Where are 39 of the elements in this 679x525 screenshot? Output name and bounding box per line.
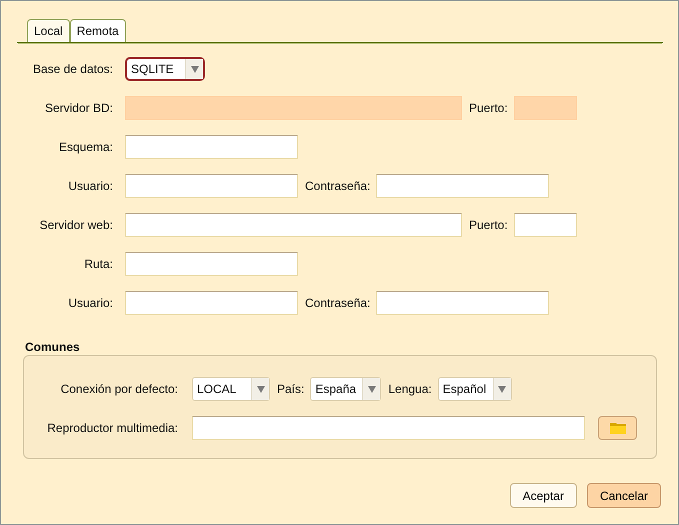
dropdown-arrow-icon <box>368 386 376 392</box>
field-label: Usuario: <box>67 179 113 193</box>
field-label: Base de datos: <box>32 62 113 76</box>
input-field[interactable] <box>514 213 577 237</box>
field-label: País: <box>277 382 304 396</box>
dropdown[interactable]: SQLITE <box>125 57 205 81</box>
tab[interactable]: Local <box>27 19 70 42</box>
accept-button[interactable]: Aceptar <box>510 483 577 508</box>
field-label: Esquema: <box>58 140 113 154</box>
tab[interactable]: Remota <box>70 19 126 42</box>
dropdown[interactable]: España <box>310 377 382 401</box>
dropdown-arrow-icon <box>256 386 264 392</box>
input-field[interactable] <box>125 135 298 159</box>
field-label: Puerto: <box>469 218 508 232</box>
field-label: Reproductor multimedia: <box>46 421 178 435</box>
input-field[interactable] <box>125 213 462 237</box>
folder-icon <box>610 422 626 434</box>
field-label: Usuario: <box>67 296 113 310</box>
field-label: Contraseña: <box>305 296 370 310</box>
field-label: Servidor BD: <box>44 101 113 115</box>
dropdown[interactable]: Español <box>438 377 512 401</box>
cancel-button[interactable]: Cancelar <box>586 483 661 508</box>
field-label: Ruta: <box>83 257 113 271</box>
field-label: Lengua: <box>388 382 432 396</box>
input-field[interactable] <box>125 252 298 276</box>
input-field[interactable] <box>192 416 585 440</box>
dropdown-arrow-icon <box>190 66 198 72</box>
section-title: Comunes <box>25 340 81 354</box>
field-label: Puerto: <box>469 101 508 115</box>
input-field[interactable] <box>125 174 298 198</box>
field-label: Conexión por defecto: <box>60 382 178 396</box>
field-label: Servidor web: <box>38 218 113 232</box>
input-field[interactable] <box>376 174 550 198</box>
dropdown-arrow-icon <box>498 386 506 392</box>
browse-button[interactable] <box>598 416 637 440</box>
input-field[interactable] <box>125 291 298 315</box>
field-label: Contraseña: <box>305 179 370 193</box>
dropdown[interactable]: LOCAL <box>192 377 270 401</box>
input-field[interactable] <box>376 291 550 315</box>
